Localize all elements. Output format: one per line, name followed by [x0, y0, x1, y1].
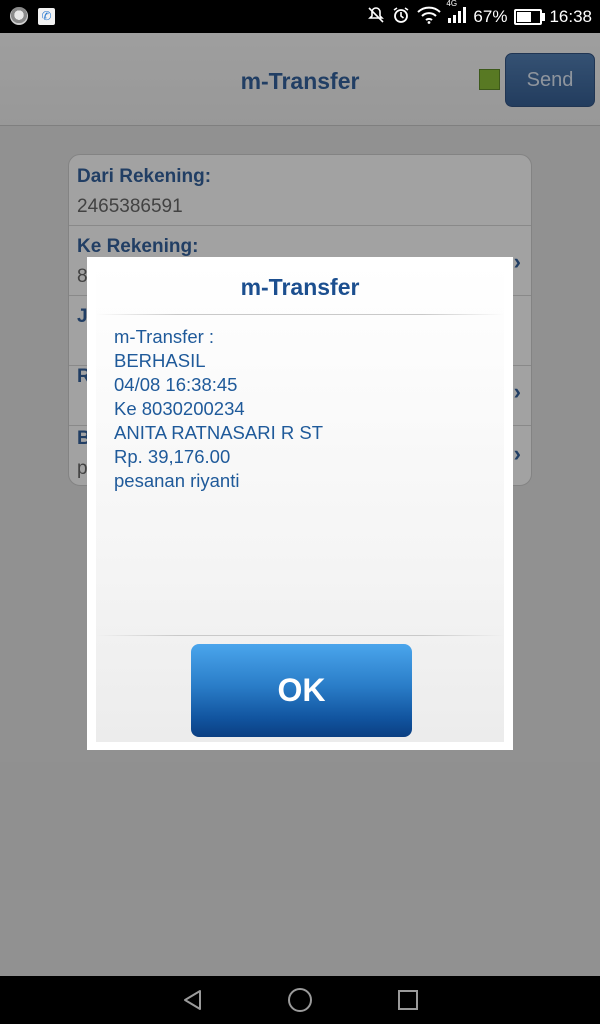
dialog-body: m-Transfer m-Transfer : BERHASIL 04/08 1…: [96, 264, 504, 742]
dialog-message: m-Transfer : BERHASIL 04/08 16:38:45 Ke …: [114, 325, 494, 493]
alarm-icon: [392, 6, 410, 29]
clock: 16:38: [549, 7, 592, 26]
app-icon: [10, 7, 28, 25]
message-line: ANITA RATNASARI R ST: [114, 422, 324, 443]
battery-percent: 67%: [473, 7, 508, 26]
navigation-bar: [0, 976, 600, 1024]
message-line: 04/08 16:38:45: [114, 374, 238, 395]
divider: [96, 314, 504, 315]
home-icon[interactable]: [288, 988, 312, 1012]
mute-icon: [367, 6, 385, 29]
ok-button[interactable]: OK: [191, 644, 412, 737]
message-line: pesanan riyanti: [114, 470, 240, 491]
divider: [96, 635, 504, 636]
message-line: Rp. 39,176.00: [114, 446, 231, 467]
message-line: BERHASIL: [114, 350, 206, 371]
phone-icon: ✆: [38, 7, 55, 25]
dialog-title: m-Transfer: [240, 274, 360, 300]
wifi-icon: [417, 6, 442, 29]
message-line: Ke 8030200234: [114, 398, 245, 419]
recent-apps-icon[interactable]: [398, 990, 418, 1010]
status-bar: ✆ 4G 67% 16:38: [0, 0, 600, 33]
result-dialog: m-Transfer m-Transfer : BERHASIL 04/08 1…: [87, 257, 513, 750]
signal-icon: 4G: [446, 0, 467, 28]
back-icon[interactable]: [182, 989, 204, 1016]
battery-icon: [514, 9, 546, 25]
network-type: 4G: [446, 0, 458, 8]
message-line: m-Transfer :: [114, 326, 215, 347]
